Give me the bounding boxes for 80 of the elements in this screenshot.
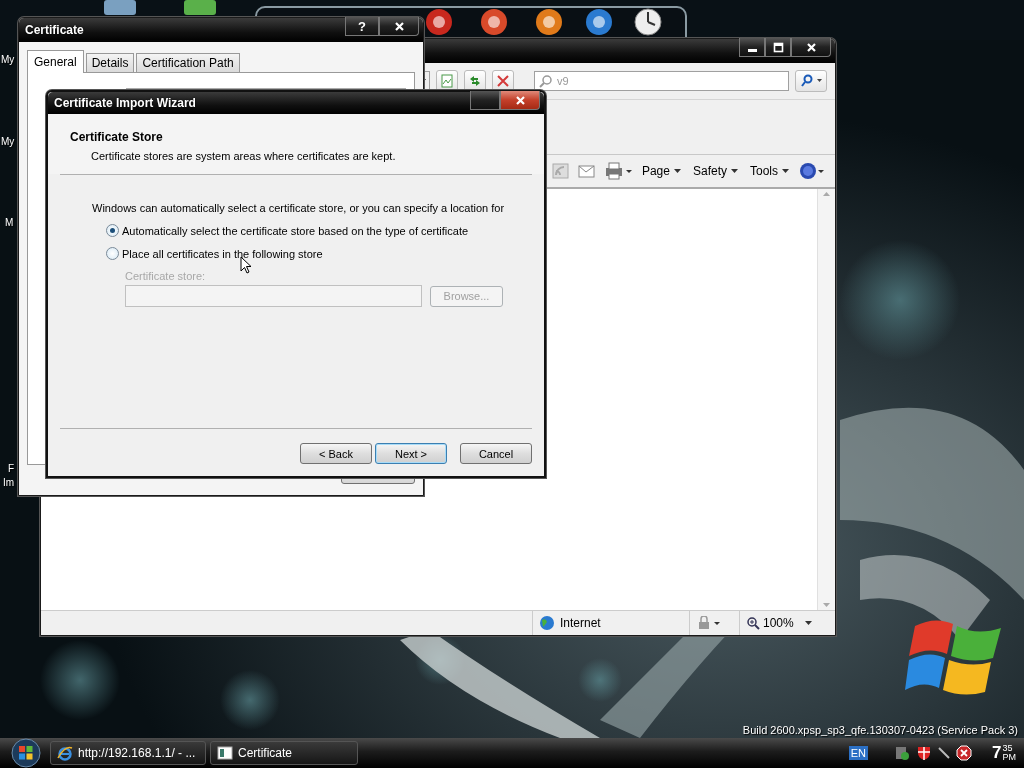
- close-button[interactable]: [500, 91, 540, 110]
- help-button[interactable]: ?: [345, 17, 379, 36]
- search-icon: [539, 74, 553, 88]
- caret-icon: [804, 621, 812, 625]
- radio-label[interactable]: Automatically select the certificate store based on the type of certificate: [122, 224, 469, 237]
- stop-button[interactable]: [492, 70, 514, 92]
- lock-icon: [696, 616, 722, 630]
- cursor-icon: [240, 256, 252, 275]
- caret-icon: [673, 169, 681, 173]
- taskbar-button[interactable]: Certificate: [210, 741, 358, 765]
- certificate-icon: [217, 745, 233, 761]
- mail-icon[interactable]: [577, 163, 596, 179]
- scroll-down-icon: [823, 603, 830, 607]
- refresh-button[interactable]: [464, 70, 486, 92]
- menu-button[interactable]: Tools: [748, 164, 791, 178]
- window-title: Certificate Import Wizard: [54, 96, 197, 110]
- wizard-button[interactable]: Cancel: [460, 443, 532, 464]
- cable-icon[interactable]: [938, 745, 951, 761]
- desktop-icon-label[interactable]: F: [8, 463, 15, 474]
- globe-icon: [539, 615, 555, 631]
- clock-period: PM: [1002, 753, 1016, 762]
- security-zone: Internet: [560, 616, 601, 630]
- maximize-icon: [772, 41, 784, 53]
- wizard-button[interactable]: < Back: [300, 443, 372, 464]
- maximize-button[interactable]: [765, 38, 791, 57]
- app-icon[interactable]: [480, 8, 508, 36]
- desktop-icon-label[interactable]: My: [1, 136, 15, 147]
- desktop-icon-label[interactable]: M: [5, 217, 14, 228]
- clock-icon[interactable]: [634, 8, 662, 36]
- field-label: Certificate store:: [125, 270, 207, 282]
- scrollbar[interactable]: [817, 189, 835, 610]
- menu-button[interactable]: Safety: [690, 164, 740, 178]
- wizard-button[interactable]: Next >: [375, 443, 447, 464]
- tab[interactable]: Certification Path: [136, 53, 240, 72]
- desktop-icon-label[interactable]: Im: [3, 477, 15, 488]
- close-icon: [495, 73, 511, 89]
- network-icon[interactable]: [894, 745, 911, 761]
- build-info: Build 2600.xpsp_sp3_qfe.130307-0423 (Service Pack 3): [742, 724, 1018, 736]
- window-title: Certificate: [25, 23, 85, 37]
- close-icon: [805, 41, 817, 53]
- caret-icon: [782, 169, 789, 173]
- input-field[interactable]: [125, 285, 422, 307]
- close-icon: [514, 94, 526, 106]
- tab[interactable]: General: [27, 50, 84, 73]
- tab[interactable]: Details: [85, 53, 135, 72]
- language-indicator[interactable]: EN: [848, 746, 869, 760]
- page-description: Certificate stores are system areas where certificates are kept.: [91, 150, 397, 162]
- close-icon: [393, 20, 405, 32]
- scroll-up-icon: [823, 192, 830, 196]
- print-icon[interactable]: [603, 162, 632, 180]
- app-icon[interactable]: [535, 8, 563, 36]
- close-button[interactable]: [379, 17, 419, 36]
- clock-hour: 7: [992, 744, 1002, 762]
- zoom-button[interactable]: 100%: [739, 611, 831, 635]
- taskbar-button[interactable]: http://192.168.1.1/ - ...: [50, 741, 206, 765]
- radio-label[interactable]: Place all certificates in the following store: [122, 247, 323, 260]
- minimize-button[interactable]: [739, 38, 765, 57]
- menu-button[interactable]: Page: [639, 164, 683, 178]
- browser-icon: [57, 745, 73, 761]
- search-text: v9: [557, 75, 569, 87]
- radio-button[interactable]: [106, 224, 119, 237]
- page-icon: [439, 73, 455, 89]
- security-alert-icon[interactable]: [956, 745, 973, 761]
- zoom-icon: [746, 616, 760, 630]
- app-icon[interactable]: [585, 8, 613, 36]
- help-icon[interactable]: [799, 162, 825, 180]
- search-icon: [799, 74, 823, 88]
- minimize-icon: [747, 49, 757, 52]
- clock-minutes: 35: [1002, 744, 1014, 753]
- shield-icon[interactable]: [916, 745, 933, 761]
- page-heading: Certificate Store: [70, 130, 164, 144]
- windows-orb-icon: [11, 738, 41, 768]
- caret-icon: [731, 169, 738, 173]
- app-icon[interactable]: [425, 8, 453, 36]
- radio-button[interactable]: [106, 247, 119, 260]
- close-button[interactable]: [791, 38, 831, 57]
- instruction-text: Windows can automatically select a certificate store, or you can specify a location for: [92, 202, 506, 214]
- desktop-icon-label[interactable]: My: [1, 54, 15, 65]
- compatibility-button[interactable]: [436, 70, 458, 92]
- search-button[interactable]: [795, 70, 827, 92]
